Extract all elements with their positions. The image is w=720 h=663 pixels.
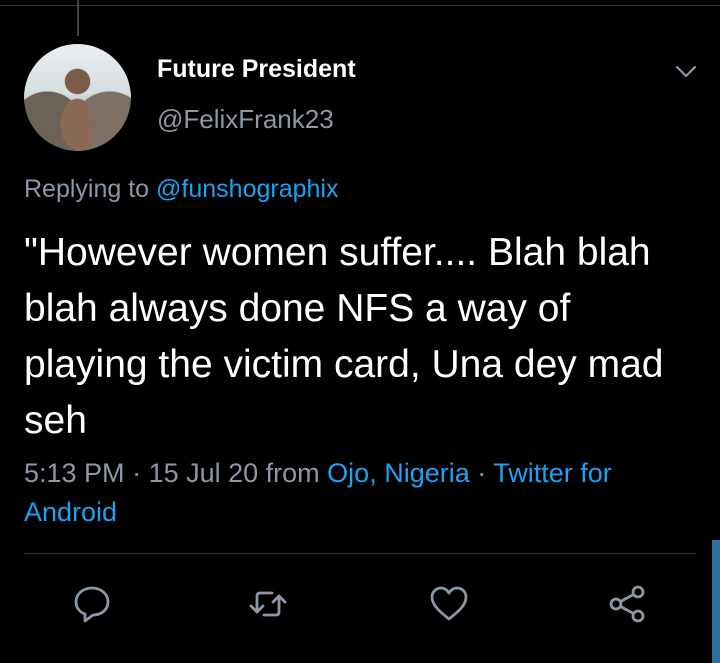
replying-to-label: Replying to xyxy=(24,175,150,203)
location-link[interactable]: Ojo, Nigeria xyxy=(327,458,470,488)
heart-icon[interactable] xyxy=(427,582,471,626)
avatar[interactable] xyxy=(24,44,131,151)
divider xyxy=(24,553,696,554)
tweet-date[interactable]: 15 Jul 20 xyxy=(149,458,259,488)
author-name[interactable]: Future President xyxy=(157,55,356,84)
tweet-text: "However women suffer.... Blah blah blah… xyxy=(24,231,675,442)
tweet-meta: 5:13 PM · 15 Jul 20 from Ojo, Nigeria · … xyxy=(24,454,704,532)
share-icon[interactable] xyxy=(605,582,649,626)
tweet-time[interactable]: 5:13 PM xyxy=(24,458,125,488)
thread-connector-line xyxy=(77,0,79,36)
author-handle[interactable]: @FelixFrank23 xyxy=(157,104,334,135)
retweet-icon[interactable] xyxy=(246,582,290,626)
top-border xyxy=(0,0,720,6)
reply-icon[interactable] xyxy=(70,582,114,626)
chevron-down-icon[interactable] xyxy=(672,58,700,86)
replying-to-handle-link[interactable]: @funshographix xyxy=(156,175,338,203)
meta-separator: · xyxy=(469,458,494,488)
replying-to: Replying to @funshographix xyxy=(24,175,338,204)
from-label: from xyxy=(258,458,328,488)
meta-separator: · xyxy=(124,458,149,488)
scrollbar[interactable] xyxy=(712,540,720,663)
